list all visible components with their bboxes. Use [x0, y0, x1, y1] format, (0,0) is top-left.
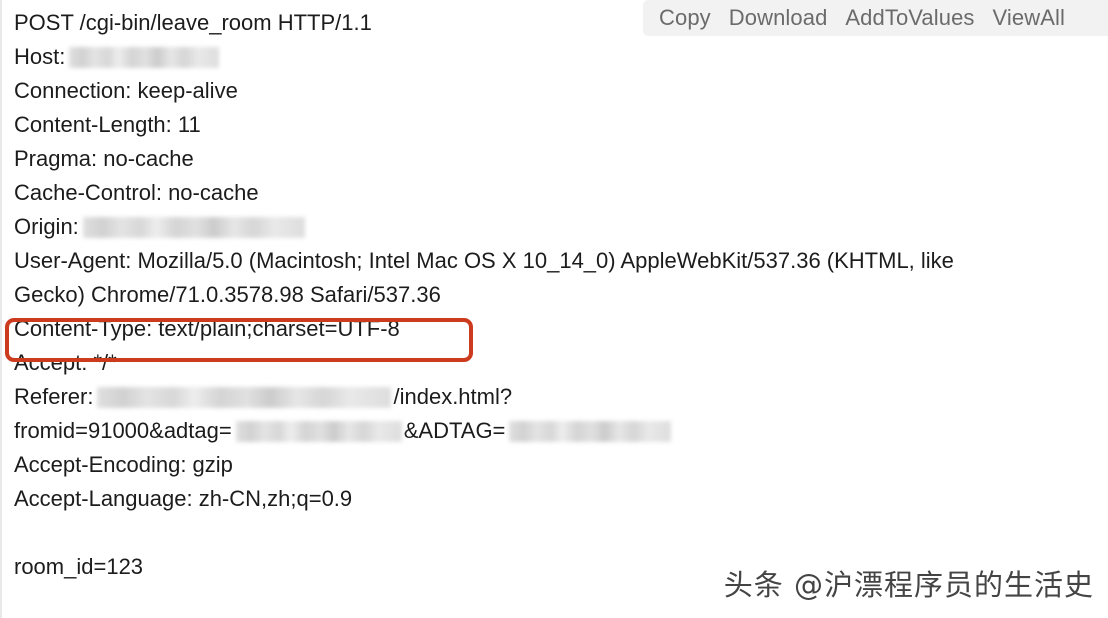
header-user-agent-line-1: User-Agent: Mozilla/5.0 (Macintosh; Inte…	[14, 248, 954, 273]
left-gutter-rule	[0, 0, 2, 618]
header-accept-encoding: Accept-Encoding: gzip	[14, 452, 233, 477]
request-line: POST /cgi-bin/leave_room HTTP/1.1	[14, 10, 372, 35]
redacted-host-value	[69, 46, 220, 68]
header-cache-control: Cache-Control: no-cache	[14, 180, 259, 205]
header-host: Host:	[14, 40, 1094, 74]
header-content-length: Content-Length: 11	[14, 112, 201, 137]
header-pragma: Pragma: no-cache	[14, 146, 194, 171]
watermark-text: 头条 @沪漂程序员的生活史	[723, 568, 1094, 602]
header-referer-label: Referer:	[14, 384, 94, 409]
redacted-origin-value	[82, 216, 305, 238]
http-request-panel: POST /cgi-bin/leave_room HTTP/1.1 Host: …	[14, 6, 1094, 584]
header-origin-label: Origin:	[14, 214, 79, 239]
header-referer: Referer: /index.html?	[14, 380, 1094, 414]
referer-query-string: fromid=91000&adtag= &ADTAG=	[14, 414, 1094, 448]
query-middle: &ADTAG=	[403, 418, 506, 443]
redacted-referer-value	[97, 386, 392, 408]
header-accept-language: Accept-Language: zh-CN,zh;q=0.9	[14, 486, 353, 511]
header-host-label: Host:	[14, 44, 66, 69]
redacted-adtag-value	[235, 420, 402, 442]
header-origin: Origin:	[14, 210, 1094, 244]
query-prefix: fromid=91000&adtag=	[14, 418, 232, 443]
header-connection: Connection: keep-alive	[14, 78, 238, 103]
header-referer-suffix: /index.html?	[393, 384, 513, 409]
screenshot-root: Copy Download AddToValues ViewAll POST /…	[0, 0, 1108, 618]
header-accept: Accept: */*	[14, 350, 117, 375]
header-user-agent-line-2: Gecko) Chrome/71.0.3578.98 Safari/537.36	[14, 282, 441, 307]
header-content-type: Content-Type: text/plain;charset=UTF-8	[14, 316, 400, 341]
redacted-ADTAG-value	[509, 420, 672, 442]
blank-line-separator	[14, 516, 1094, 550]
